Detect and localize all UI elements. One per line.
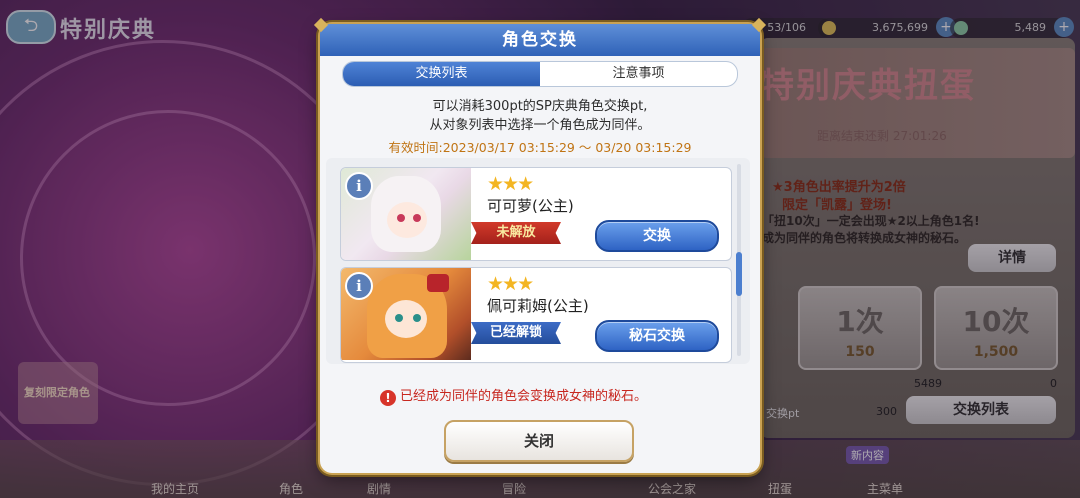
dialog-title: 角色交换 bbox=[502, 30, 578, 50]
character-name: 可可萝(公主) bbox=[487, 197, 574, 215]
exchange-button[interactable]: 交换 bbox=[595, 220, 719, 252]
character-card: i ★★★ 可可萝(公主) 未解放 交换 bbox=[340, 167, 732, 261]
description-line-2: 从对象列表中选择一个角色成为同伴。 bbox=[429, 118, 651, 133]
status-badge: 未解放 bbox=[471, 222, 561, 244]
close-button[interactable]: 关闭 bbox=[444, 420, 634, 462]
validity-period: 有效时间:2023/03/17 03:15:29 〜 03/20 03:15:2… bbox=[388, 140, 692, 155]
status-label: 已经解锁 bbox=[489, 325, 542, 340]
status-label: 未解放 bbox=[496, 225, 536, 240]
warning-message: ! 已经成为同伴的角色会变换成女神的秘石。 bbox=[380, 385, 700, 406]
info-icon[interactable]: i bbox=[345, 172, 373, 200]
tab-exchange-list[interactable]: 交换列表 bbox=[343, 62, 540, 86]
jewel-exchange-button[interactable]: 秘石交换 bbox=[595, 320, 719, 352]
character-name: 佩可莉姆(公主) bbox=[487, 297, 589, 315]
warning-icon: ! bbox=[380, 390, 396, 406]
info-icon[interactable]: i bbox=[345, 272, 373, 300]
star-rating: ★★★ bbox=[487, 173, 534, 195]
status-badge: 已经解锁 bbox=[471, 322, 561, 344]
character-card: i ★★★ 佩可莉姆(公主) 已经解锁 秘石交换 bbox=[340, 267, 732, 363]
character-exchange-dialog: 角色交换 交换列表 注意事项 可以消耗300pt的SP庆典角色交换pt, 从对象… bbox=[313, 17, 767, 473]
list-scrollbar-thumb[interactable] bbox=[736, 252, 742, 296]
tab-notes[interactable]: 注意事项 bbox=[540, 62, 737, 86]
warning-text: 已经成为同伴的角色会变换成女神的秘石。 bbox=[400, 389, 648, 404]
description-line-1: 可以消耗300pt的SP庆典角色交换pt, bbox=[432, 99, 648, 114]
dialog-tabs: 交换列表 注意事项 bbox=[342, 61, 738, 87]
star-rating: ★★★ bbox=[487, 273, 534, 295]
